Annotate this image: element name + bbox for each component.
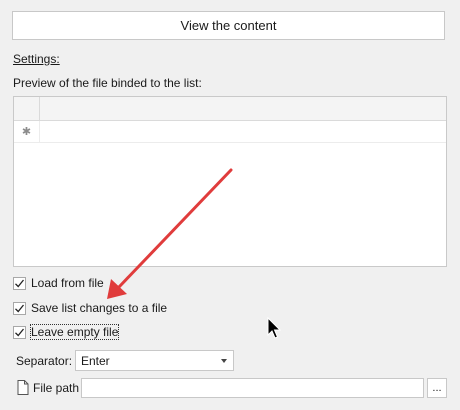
grid-new-row[interactable]: ✱ <box>14 121 446 143</box>
checkmark-icon <box>15 328 25 336</box>
file-path-label: File path <box>33 381 80 395</box>
chevron-down-icon <box>221 359 227 363</box>
load-from-file-label: Load from file <box>31 276 104 290</box>
checkmark-icon <box>15 304 25 312</box>
load-from-file-checkbox[interactable] <box>13 276 26 290</box>
leave-empty-file-checkbox[interactable] <box>13 325 26 339</box>
save-list-changes-label: Save list changes to a file <box>31 301 168 315</box>
preview-label: Preview of the file binded to the list: <box>13 76 202 90</box>
browse-button[interactable]: ... <box>427 378 447 398</box>
load-from-file-option[interactable]: Load from file <box>13 276 104 290</box>
new-row-indicator-icon: ✱ <box>14 121 40 142</box>
leave-empty-file-label: Leave empty file <box>29 324 120 340</box>
grid-corner-cell <box>14 97 40 120</box>
mouse-cursor-icon <box>267 317 281 339</box>
separator-select[interactable]: Enter <box>75 350 234 371</box>
separator-label: Separator: <box>16 354 73 368</box>
file-path-input[interactable] <box>81 378 424 398</box>
checkmark-icon <box>15 279 25 287</box>
leave-empty-file-option[interactable]: Leave empty file <box>13 324 120 340</box>
settings-heading: Settings: <box>13 52 60 66</box>
preview-grid[interactable]: ✱ <box>13 96 447 267</box>
save-list-changes-option[interactable]: Save list changes to a file <box>13 301 167 315</box>
view-content-button[interactable]: View the content <box>12 11 445 40</box>
separator-value: Enter <box>81 353 110 368</box>
grid-header <box>14 97 446 121</box>
save-list-changes-checkbox[interactable] <box>13 301 26 315</box>
annotation-arrow-head <box>107 279 127 299</box>
file-icon <box>17 380 29 395</box>
